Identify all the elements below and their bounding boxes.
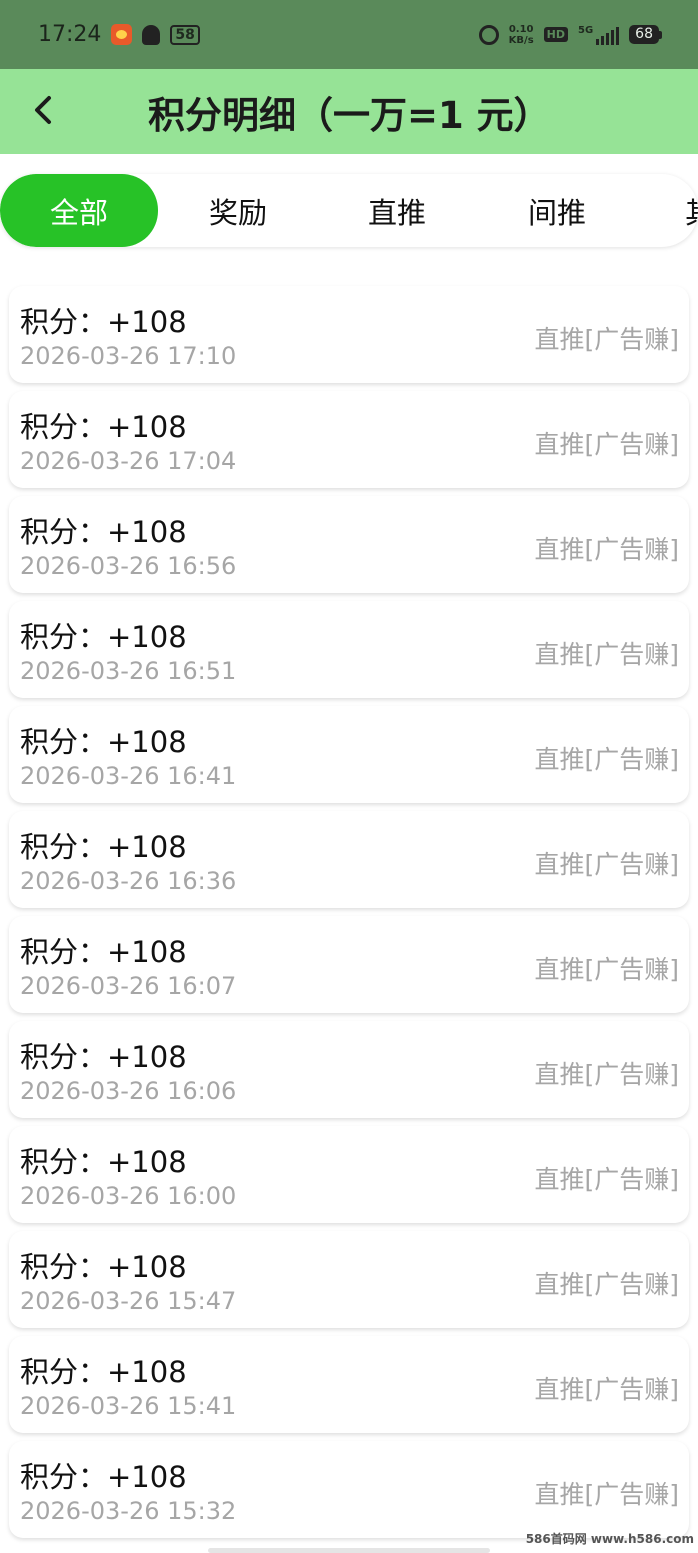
battery-icon: 68 (629, 25, 662, 44)
record-type: 直推[广告赚] (534, 1270, 679, 1299)
list-item[interactable]: 积分：+108 2026-03-26 16:56 直推[广告赚] (9, 496, 689, 593)
record-time: 2026-03-26 17:04 (20, 447, 237, 475)
gesture-handle (208, 1548, 490, 1553)
record-time: 2026-03-26 16:07 (20, 972, 237, 1000)
record-time: 2026-03-26 15:41 (20, 1392, 237, 1420)
list-item[interactable]: 积分：+108 2026-03-26 16:36 直推[广告赚] (9, 811, 689, 908)
record-time: 2026-03-26 16:06 (20, 1077, 237, 1105)
list-item[interactable]: 积分：+108 2026-03-26 17:10 直推[广告赚] (9, 286, 689, 383)
tab-all[interactable]: 全部 (0, 174, 158, 247)
record-time: 2026-03-26 17:10 (20, 342, 237, 370)
list-item[interactable]: 积分：+108 2026-03-26 16:51 直推[广告赚] (9, 601, 689, 698)
tab-other[interactable]: 其 (637, 174, 698, 247)
record-type: 直推[广告赚] (534, 325, 679, 354)
record-time: 2026-03-26 16:36 (20, 867, 237, 895)
record-type: 直推[广告赚] (534, 1480, 679, 1509)
record-points: 积分：+108 (20, 515, 187, 549)
record-type: 直推[广告赚] (534, 430, 679, 459)
battery-level: 68 (629, 25, 659, 44)
record-time: 2026-03-26 15:32 (20, 1497, 237, 1525)
record-type: 直推[广告赚] (534, 1375, 679, 1404)
hd-voice-icon: HD (543, 27, 568, 42)
record-points: 积分：+108 (20, 1355, 187, 1389)
page-title: 积分明细（一万=1 元） (148, 94, 551, 137)
list-item[interactable]: 积分：+108 2026-03-26 16:00 直推[广告赚] (9, 1126, 689, 1223)
tab-reward[interactable]: 奖励 (159, 174, 317, 247)
tab-direct[interactable]: 直推 (318, 174, 476, 247)
status-time: 17:24 (38, 22, 102, 47)
list-item[interactable]: 积分：+108 2026-03-26 17:04 直推[广告赚] (9, 391, 689, 488)
alarm-icon (478, 24, 499, 45)
network-speed-value: 0.10 (508, 23, 534, 35)
list-item[interactable]: 积分：+108 2026-03-26 15:47 直推[广告赚] (9, 1231, 689, 1328)
record-type: 直推[广告赚] (534, 640, 679, 669)
record-points: 积分：+108 (20, 830, 187, 864)
record-type: 直推[广告赚] (534, 955, 679, 984)
record-type: 直推[广告赚] (534, 535, 679, 564)
network-speed: 0.10 KB/s (509, 24, 534, 46)
list-item[interactable]: 积分：+108 2026-03-26 15:41 直推[广告赚] (9, 1336, 689, 1433)
record-points: 积分：+108 (20, 410, 187, 444)
record-points: 积分：+108 (20, 1145, 187, 1179)
list-item[interactable]: 积分：+108 2026-03-26 15:32 直推[广告赚] (9, 1441, 689, 1538)
record-points: 积分：+108 (20, 1460, 187, 1494)
record-points: 积分：+108 (20, 1040, 187, 1074)
record-time: 2026-03-26 16:00 (20, 1182, 237, 1210)
record-points: 积分：+108 (20, 1250, 187, 1284)
record-type: 直推[广告赚] (534, 745, 679, 774)
record-type: 直推[广告赚] (534, 850, 679, 879)
filter-tabs: 全部 奖励 直推 间推 其 (0, 174, 698, 247)
network-speed-unit: KB/s (508, 34, 534, 46)
status-left: 17:24 58 (38, 22, 200, 47)
record-points: 积分：+108 (20, 305, 187, 339)
record-points: 积分：+108 (20, 935, 187, 969)
list-item[interactable]: 积分：+108 2026-03-26 16:07 直推[广告赚] (9, 916, 689, 1013)
signal-strength-icon: 5G (578, 24, 620, 45)
notification-count-badge: 58 (170, 24, 200, 45)
record-time: 2026-03-26 16:41 (20, 762, 237, 790)
tab-indirect[interactable]: 间推 (478, 174, 636, 247)
record-type: 直推[广告赚] (534, 1060, 679, 1089)
record-points: 积分：+108 (20, 620, 187, 654)
record-time: 2026-03-26 16:56 (20, 552, 237, 580)
record-time: 2026-03-26 16:51 (20, 657, 237, 685)
status-right: 0.10 KB/s HD 5G 68 (478, 24, 662, 46)
record-type: 直推[广告赚] (534, 1165, 679, 1194)
record-time: 2026-03-26 15:47 (20, 1287, 237, 1315)
status-bar: 17:24 58 0.10 KB/s HD 5G 68 (0, 0, 698, 69)
watermark: 586首码网 www.h586.com (525, 1532, 694, 1546)
network-generation: 5G (578, 24, 594, 36)
app-header: 积分明细（一万=1 元） (0, 69, 698, 154)
list-item[interactable]: 积分：+108 2026-03-26 16:41 直推[广告赚] (9, 706, 689, 803)
back-arrow-icon[interactable] (28, 95, 58, 125)
app-notification-icon (111, 24, 133, 45)
qq-notification-icon (142, 24, 161, 45)
record-points: 积分：+108 (20, 725, 187, 759)
list-item[interactable]: 积分：+108 2026-03-26 16:06 直推[广告赚] (9, 1021, 689, 1118)
